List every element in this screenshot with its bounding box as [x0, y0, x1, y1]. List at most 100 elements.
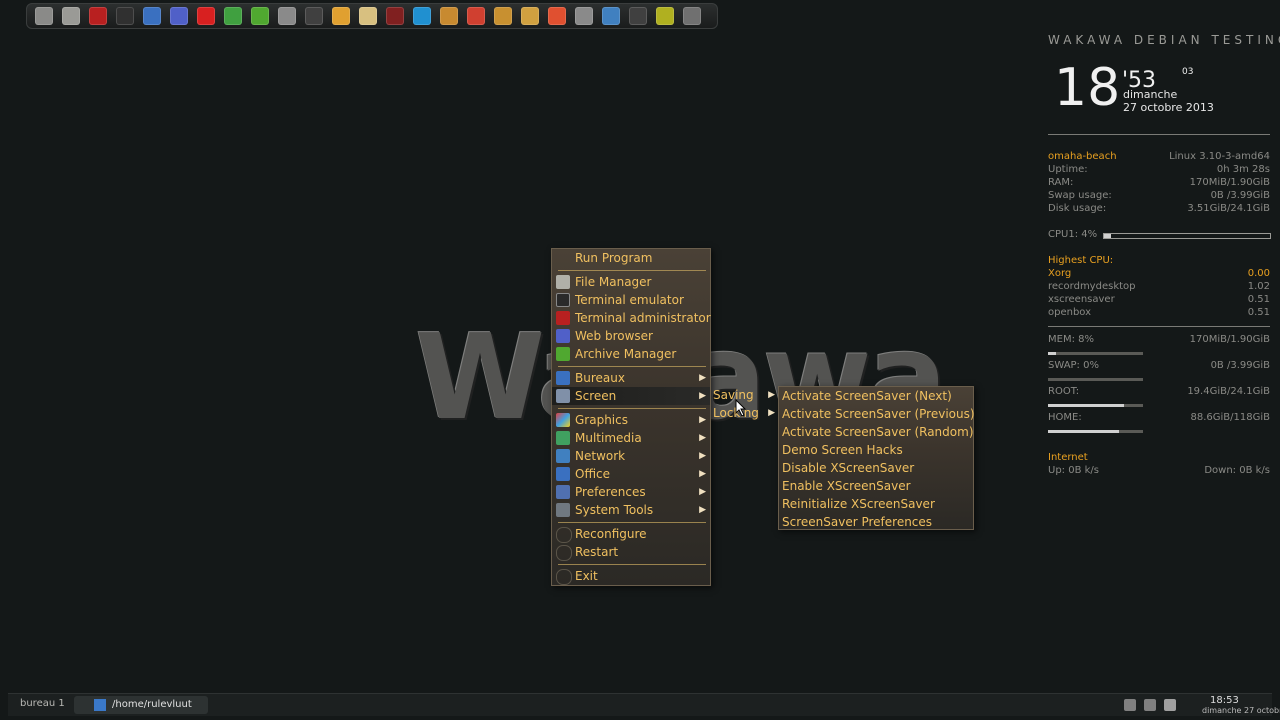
menu-item-restart[interactable]: Restart: [552, 543, 710, 561]
menu-item-file-manager[interactable]: File Manager: [552, 273, 710, 291]
dial-icon[interactable]: [656, 7, 674, 25]
menu-item-label: Restart: [575, 545, 619, 559]
menu-item-reconfigure[interactable]: Reconfigure: [552, 525, 710, 543]
menu-separator: [558, 270, 706, 271]
uptime-row: Uptime: 0h 3m 28s: [1048, 164, 1270, 177]
menu-item-multimedia[interactable]: Multimedia ▶: [552, 429, 710, 447]
tray-app-icon[interactable]: [1124, 699, 1136, 711]
menu-item-label: Bureaux: [575, 371, 625, 385]
menu-item-archive-manager[interactable]: Archive Manager: [552, 345, 710, 363]
tray-network-icon[interactable]: [1164, 699, 1176, 711]
home-row: HOME: 88.6GiB/118GiB: [1048, 412, 1270, 425]
record-icon[interactable]: [386, 7, 404, 25]
files-icon[interactable]: [62, 7, 80, 25]
clapper-icon[interactable]: [359, 7, 377, 25]
restart-icon: [556, 545, 572, 561]
menu-item-run-program[interactable]: Run Program: [552, 249, 710, 267]
menu-item-label: Terminal emulator: [575, 293, 684, 307]
menu-item-label: Enable XScreenSaver: [782, 479, 911, 493]
menu-item-terminal-administrator[interactable]: Terminal administrator: [552, 309, 711, 327]
desktops-icon: [556, 371, 570, 385]
workspace-label[interactable]: bureau 1: [20, 698, 65, 709]
menu-item-exit[interactable]: Exit: [552, 567, 710, 585]
process-value: 0.51: [1247, 294, 1270, 305]
disc-icon[interactable]: [467, 7, 485, 25]
process-value: 0.00: [1247, 268, 1270, 279]
menu-item-label: Office: [575, 467, 611, 481]
menu-separator: [558, 408, 706, 409]
terminal-admin-icon[interactable]: [89, 7, 107, 25]
calculator-icon[interactable]: [575, 7, 593, 25]
process-name: recordmydesktop: [1048, 281, 1136, 292]
network-row: Up: 0B k/s Down: 0B k/s: [1048, 465, 1270, 478]
notes-icon[interactable]: [521, 7, 539, 25]
menu-item-enable[interactable]: Enable XScreenSaver: [779, 477, 973, 495]
process-row: xscreensaver 0.51: [1048, 294, 1270, 307]
top-dock: [26, 3, 718, 29]
task-label: /home/rulevluut: [112, 699, 192, 710]
menu-item-activate-next[interactable]: Activate ScreenSaver (Next): [779, 387, 973, 405]
swap-bar: [1048, 378, 1143, 381]
chrome-icon[interactable]: [548, 7, 566, 25]
menu-item-office[interactable]: Office ▶: [552, 465, 710, 483]
stat-label: Disk usage:: [1048, 203, 1107, 214]
menu-item-graphics[interactable]: Graphics ▶: [552, 411, 710, 429]
gimp-icon[interactable]: [494, 7, 512, 25]
webcam-icon[interactable]: [305, 7, 323, 25]
power-icon[interactable]: [683, 7, 701, 25]
menu-item-label: Network: [575, 449, 626, 463]
archive-icon: [556, 347, 570, 361]
menu-item-bureaux[interactable]: Bureaux ▶: [552, 369, 710, 387]
saving-submenu: Activate ScreenSaver (Next) Activate Scr…: [778, 386, 975, 531]
skype-icon[interactable]: [413, 7, 431, 25]
kernel: Linux 3.10-3-amd64: [1169, 151, 1270, 162]
menu-item-label: Activate ScreenSaver (Next): [782, 389, 952, 403]
clock-hour: 18: [1054, 58, 1121, 118]
menu-item-label: Multimedia: [575, 431, 642, 445]
package-icon[interactable]: [440, 7, 458, 25]
monitor-icon[interactable]: [35, 7, 53, 25]
menu-item-web-browser[interactable]: Web browser: [552, 327, 710, 345]
taskbar-clock-time[interactable]: 18:53: [1210, 695, 1239, 706]
menu-item-disable[interactable]: Disable XScreenSaver: [779, 459, 973, 477]
submenu-arrow-icon: ▶: [699, 505, 706, 515]
stat-label: ROOT:: [1048, 386, 1080, 397]
drawer-icon[interactable]: [602, 7, 620, 25]
network-icon: [556, 449, 570, 463]
menu-item-activate-random[interactable]: Activate ScreenSaver (Random): [779, 423, 974, 441]
root-menu: Run Program File Manager Terminal emulat…: [551, 248, 711, 586]
globe-icon[interactable]: [170, 7, 188, 25]
settings-icon[interactable]: [629, 7, 647, 25]
tray-screen-icon[interactable]: [1144, 699, 1156, 711]
menu-item-label: Archive Manager: [575, 347, 677, 361]
opera-icon[interactable]: [197, 7, 215, 25]
taskbar: bureau 1 /home/rulevluut 18:53 dimanche …: [8, 693, 1280, 716]
terminal-icon[interactable]: [116, 7, 134, 25]
taskbar-task-button[interactable]: /home/rulevluut: [74, 696, 208, 714]
folder-icon[interactable]: [332, 7, 350, 25]
menu-item-demo-hacks[interactable]: Demo Screen Hacks: [779, 441, 973, 459]
submenu-arrow-icon: ▶: [699, 487, 706, 497]
tools-icon[interactable]: [224, 7, 242, 25]
host-row: omaha-beach Linux 3.10-3-amd64: [1048, 151, 1270, 164]
menu-item-label: Web browser: [575, 329, 653, 343]
swap2-row: SWAP: 0% 0B /3.99GiB: [1048, 360, 1270, 373]
menu-item-screen[interactable]: Screen ▶: [552, 387, 710, 405]
disk-row: Disk usage: 3.51GiB/24.1GiB: [1048, 203, 1270, 216]
menu-item-reinitialize[interactable]: Reinitialize XScreenSaver: [779, 495, 973, 513]
submenu-arrow-icon: ▶: [699, 451, 706, 461]
trash-icon[interactable]: [278, 7, 296, 25]
menu-item-network[interactable]: Network ▶: [552, 447, 710, 465]
download-speed: Down: 0B k/s: [1204, 465, 1270, 476]
document-icon[interactable]: [143, 7, 161, 25]
hostname: omaha-beach: [1048, 151, 1117, 162]
mouse-cursor-icon: [735, 399, 747, 417]
menu-item-system-tools[interactable]: System Tools ▶: [552, 501, 710, 519]
menu-item-terminal-emulator[interactable]: Terminal emulator: [552, 291, 710, 309]
menu-item-preferences-saver[interactable]: ScreenSaver Preferences: [779, 513, 973, 531]
menu-item-activate-previous[interactable]: Activate ScreenSaver (Previous): [779, 405, 975, 423]
archive-icon[interactable]: [251, 7, 269, 25]
power-icon: [556, 569, 572, 585]
menu-item-preferences[interactable]: Preferences ▶: [552, 483, 710, 501]
home-bar: [1048, 430, 1143, 433]
